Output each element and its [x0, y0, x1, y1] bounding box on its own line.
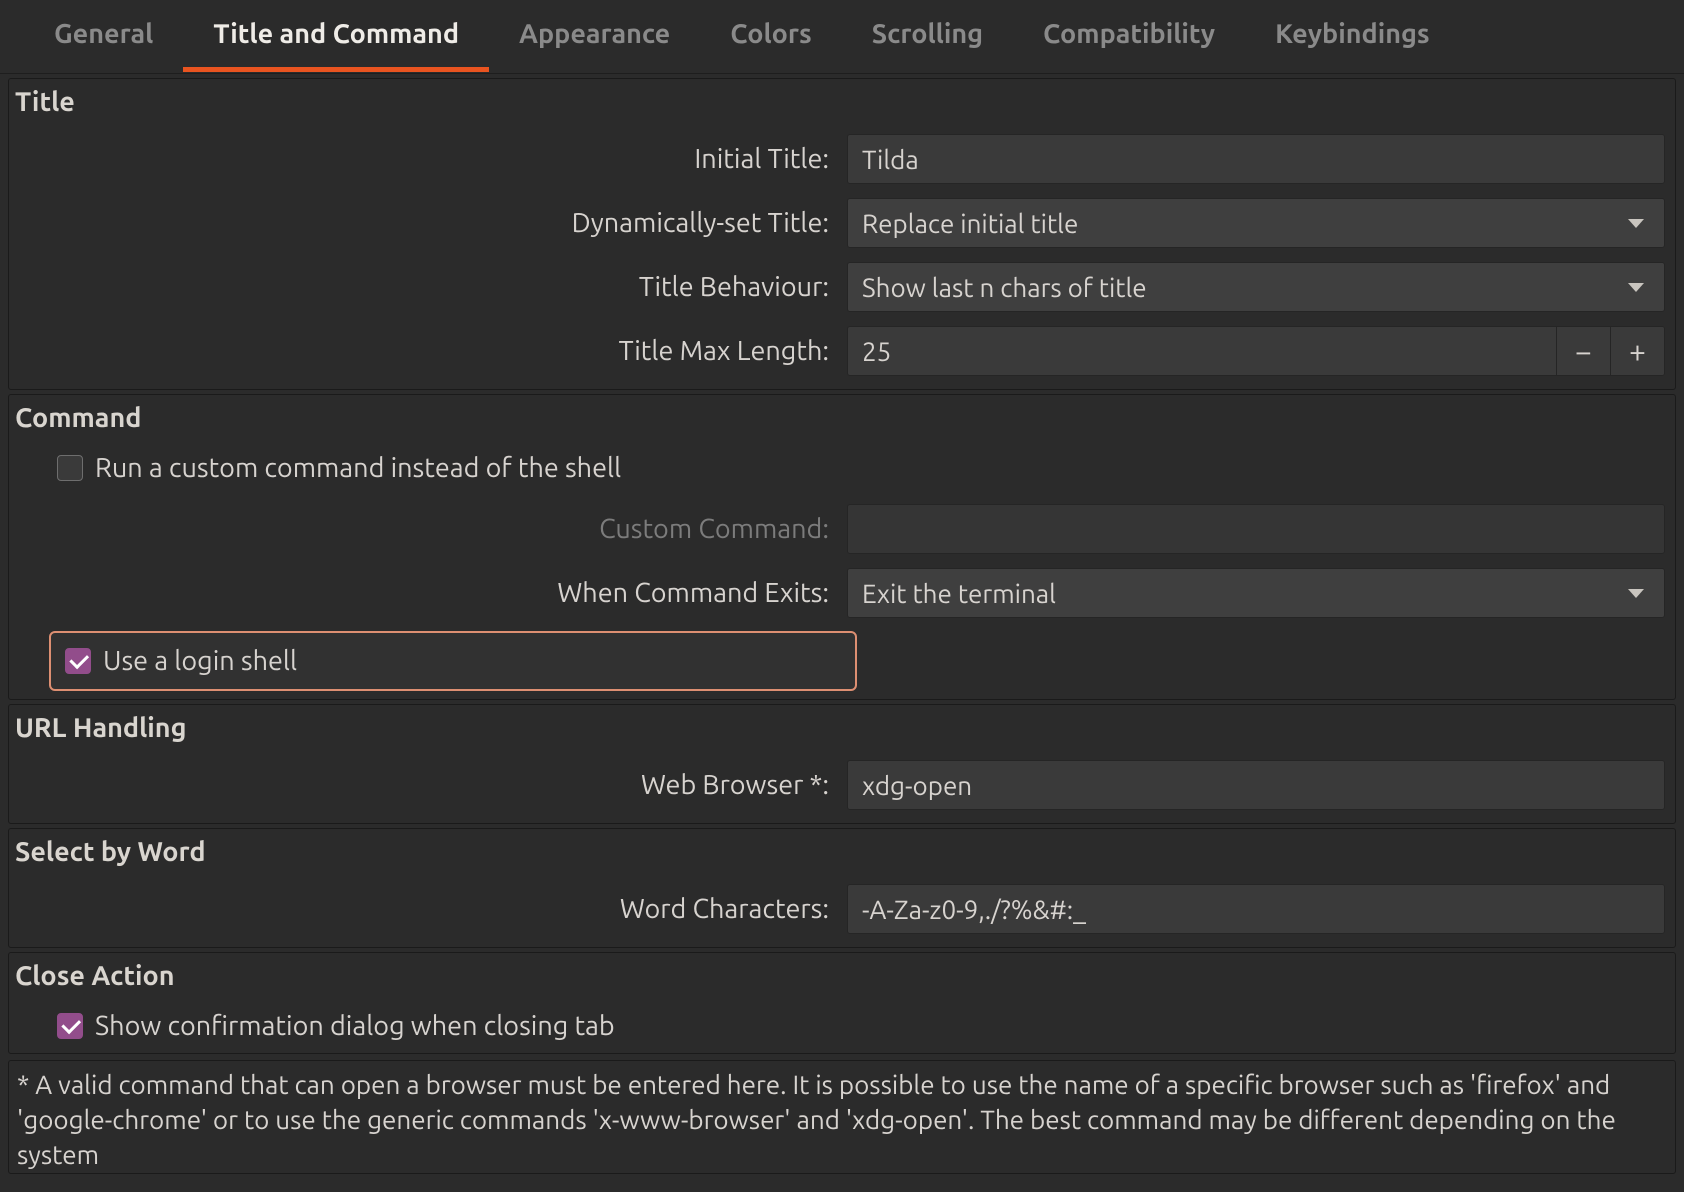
select-title-behaviour[interactable]: Show last n chars of title [847, 262, 1665, 312]
tab-title-and-command[interactable]: Title and Command [183, 1, 489, 72]
section-command-heading: Command [9, 395, 1675, 443]
tabs-bar: General Title and Command Appearance Col… [0, 0, 1684, 74]
tab-compatibility[interactable]: Compatibility [1013, 1, 1245, 72]
select-title-behaviour-value: Show last n chars of title [862, 273, 1147, 302]
select-when-command-exits-value: Exit the terminal [862, 579, 1056, 608]
label-login-shell: Use a login shell [103, 646, 297, 676]
spin-decrement-button[interactable]: − [1556, 327, 1610, 375]
label-web-browser: Web Browser *: [9, 770, 847, 800]
checkbox-login-shell[interactable] [65, 648, 91, 674]
input-word-characters[interactable] [847, 884, 1665, 934]
label-run-custom-command: Run a custom command instead of the shel… [95, 453, 621, 483]
section-command: Command Run a custom command instead of … [8, 394, 1676, 700]
section-select-by-word: Select by Word Word Characters: [8, 828, 1676, 948]
tab-general[interactable]: General [24, 1, 183, 72]
label-initial-title: Initial Title: [9, 144, 847, 174]
spin-title-maxlen[interactable]: 25 − + [847, 326, 1665, 376]
section-close-heading: Close Action [9, 953, 1675, 1001]
label-when-command-exits: When Command Exits: [9, 578, 847, 608]
footnote: * A valid command that can open a browse… [8, 1060, 1676, 1174]
input-initial-title[interactable] [847, 134, 1665, 184]
tab-appearance[interactable]: Appearance [489, 1, 700, 72]
tab-scrolling[interactable]: Scrolling [842, 1, 1013, 72]
label-dyn-title: Dynamically-set Title: [9, 208, 847, 238]
select-when-command-exits[interactable]: Exit the terminal [847, 568, 1665, 618]
section-url-heading: URL Handling [9, 705, 1675, 753]
checkbox-run-custom-command[interactable] [57, 455, 83, 481]
label-word-characters: Word Characters: [9, 894, 847, 924]
chevron-down-icon [1628, 283, 1644, 292]
section-word-heading: Select by Word [9, 829, 1675, 877]
section-title-heading: Title [9, 79, 1675, 127]
label-custom-command: Custom Command: [9, 514, 847, 544]
spin-increment-button[interactable]: + [1610, 327, 1664, 375]
label-title-maxlen: Title Max Length: [9, 336, 847, 366]
input-web-browser[interactable] [847, 760, 1665, 810]
section-title: Title Initial Title: Dynamically-set Tit… [8, 78, 1676, 390]
label-title-behaviour: Title Behaviour: [9, 272, 847, 302]
section-url-handling: URL Handling Web Browser *: [8, 704, 1676, 824]
tab-colors[interactable]: Colors [700, 1, 842, 72]
label-confirm-close: Show confirmation dialog when closing ta… [95, 1011, 615, 1041]
chevron-down-icon [1628, 589, 1644, 598]
select-dyn-title-value: Replace initial title [862, 209, 1078, 238]
chevron-down-icon [1628, 219, 1644, 228]
spin-title-maxlen-value: 25 [848, 327, 1556, 375]
input-custom-command [847, 504, 1665, 554]
select-dyn-title[interactable]: Replace initial title [847, 198, 1665, 248]
tab-keybindings[interactable]: Keybindings [1245, 1, 1460, 72]
row-login-shell[interactable]: Use a login shell [49, 631, 857, 691]
checkbox-confirm-close[interactable] [57, 1013, 83, 1039]
section-close-action: Close Action Show confirmation dialog wh… [8, 952, 1676, 1054]
